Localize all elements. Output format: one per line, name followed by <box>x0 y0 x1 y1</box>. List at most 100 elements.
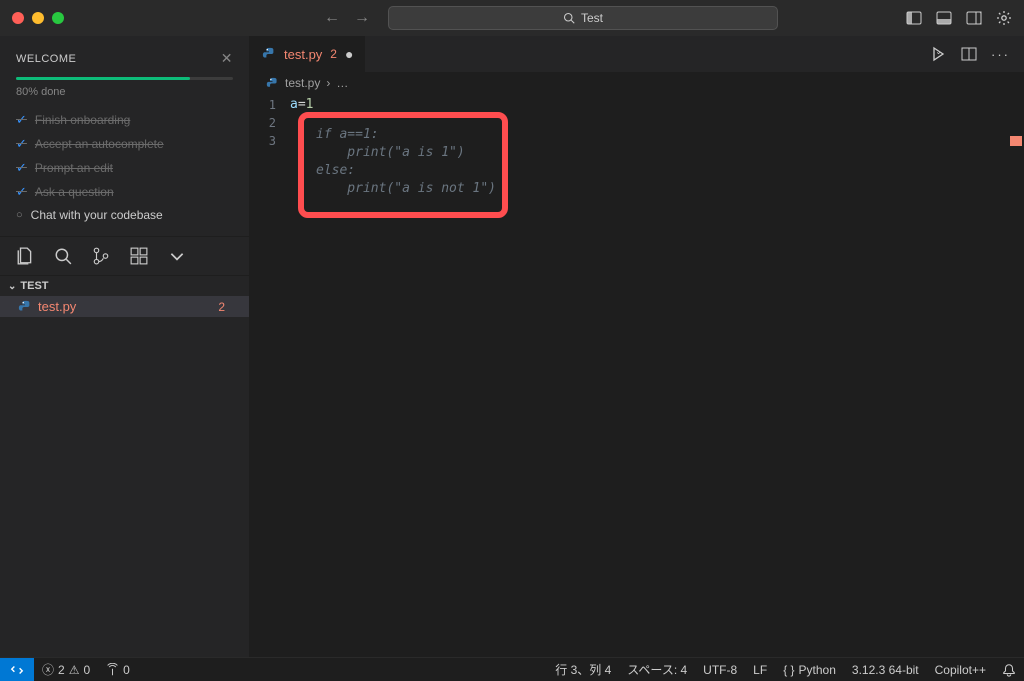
warning-icon: ⚠ <box>69 663 80 677</box>
more-actions-icon[interactable]: ··· <box>991 47 1010 62</box>
titlebar: ← → Test <box>0 0 1024 36</box>
toggle-primary-sidebar-icon[interactable] <box>906 10 922 26</box>
welcome-panel: WELCOME ✕ 80% done ✓ Finish onboarding ✓… <box>0 36 249 237</box>
status-ports[interactable]: 0 <box>98 663 138 677</box>
status-warnings-count: 0 <box>83 663 90 677</box>
toggle-secondary-sidebar-icon[interactable] <box>966 10 982 26</box>
chevron-down-icon[interactable] <box>168 247 186 265</box>
close-window-button[interactable] <box>12 12 24 24</box>
breadcrumb-separator: › <box>326 76 330 90</box>
tab-dirty-indicator-icon: ● <box>345 46 353 62</box>
toggle-panel-icon[interactable] <box>936 10 952 26</box>
title-layout-icons <box>906 10 1012 26</box>
tree-file-name: test.py <box>38 299 76 314</box>
chevron-down-icon: ⌄ <box>8 281 16 292</box>
breadcrumb-file: test.py <box>285 76 320 90</box>
line-number: 1 <box>250 96 290 114</box>
overview-ruler[interactable] <box>1008 126 1022 166</box>
line-number: 2 <box>250 114 290 132</box>
nav-arrows: ← → <box>324 9 370 27</box>
line-number: 3 <box>250 132 290 150</box>
python-file-icon <box>18 300 32 314</box>
tree-file-problems-badge: 2 <box>218 300 225 314</box>
tab-name: test.py <box>284 47 322 62</box>
circle-icon: ○ <box>16 209 23 221</box>
welcome-item-label: Ask a question <box>35 185 114 199</box>
welcome-item-label: Prompt an edit <box>35 161 113 175</box>
error-icon: ⓧ <box>42 661 54 678</box>
ghost-line: print("a is not 1") <box>316 180 486 198</box>
check-icon: ✓ <box>16 160 27 176</box>
window-controls <box>12 12 64 24</box>
welcome-item-label: Chat with your codebase <box>31 208 163 222</box>
error-marker-icon <box>1010 136 1022 146</box>
braces-icon: { } <box>783 663 794 677</box>
nav-forward-button[interactable]: → <box>354 9 370 27</box>
status-copilot[interactable]: Copilot++ <box>927 663 994 677</box>
source-control-icon[interactable] <box>92 247 110 265</box>
welcome-title: WELCOME <box>16 53 76 65</box>
python-file-icon <box>262 47 276 61</box>
status-problems[interactable]: ⓧ 2 ⚠ 0 <box>34 661 98 678</box>
welcome-items: ✓ Finish onboarding ✓ Accept an autocomp… <box>16 108 233 226</box>
run-dropdown-icon[interactable] <box>931 46 947 62</box>
status-notifications[interactable] <box>994 663 1024 677</box>
status-errors-count: 2 <box>58 663 65 677</box>
status-ports-count: 0 <box>123 663 130 677</box>
welcome-progress <box>16 77 233 80</box>
welcome-item-onboarding[interactable]: ✓ Finish onboarding <box>16 108 233 132</box>
welcome-item-autocomplete[interactable]: ✓ Accept an autocomplete <box>16 132 233 156</box>
check-icon: ✓ <box>16 112 27 128</box>
welcome-item-label: Accept an autocomplete <box>35 137 164 151</box>
status-interpreter[interactable]: 3.12.3 64-bit <box>844 663 927 677</box>
welcome-item-label: Finish onboarding <box>35 113 130 127</box>
breadcrumb[interactable]: test.py › … <box>250 72 1024 94</box>
ghost-line: if a==1: <box>316 126 486 144</box>
close-icon[interactable]: ✕ <box>221 50 233 67</box>
welcome-progress-text: 80% done <box>16 86 233 98</box>
ghost-line: else: <box>316 162 486 180</box>
sidebar: WELCOME ✕ 80% done ✓ Finish onboarding ✓… <box>0 36 250 657</box>
explorer-tree: ⌄ TEST test.py 2 <box>0 276 249 657</box>
check-icon: ✓ <box>16 136 27 152</box>
split-editor-icon[interactable] <box>961 46 977 62</box>
editor-tabs: test.py 2 ● ··· <box>250 36 1024 72</box>
tree-file-test-py[interactable]: test.py 2 <box>0 296 249 317</box>
status-indent[interactable]: スペース: 4 <box>619 661 695 678</box>
python-file-icon <box>266 77 279 90</box>
command-center-search[interactable]: Test <box>388 6 778 30</box>
status-eol[interactable]: LF <box>745 663 775 677</box>
search-icon[interactable] <box>54 247 72 265</box>
status-cursor[interactable]: 行 3、列 4 <box>547 661 619 678</box>
search-icon <box>563 12 575 24</box>
welcome-progress-fill <box>16 77 190 80</box>
tab-test-py[interactable]: test.py 2 ● <box>250 36 366 72</box>
status-language[interactable]: { } Python <box>775 663 844 677</box>
remote-icon <box>10 663 24 677</box>
breadcrumb-trail: … <box>336 76 348 90</box>
search-text: Test <box>581 11 603 25</box>
antenna-icon <box>106 663 119 676</box>
files-icon[interactable] <box>16 247 34 265</box>
explorer-toolbar <box>0 237 249 276</box>
tree-root[interactable]: ⌄ TEST <box>0 276 249 296</box>
extensions-icon[interactable] <box>130 247 148 265</box>
remote-button[interactable] <box>0 658 34 681</box>
inline-suggestion-highlight: if a==1: print("a is 1") else: print("a … <box>298 112 508 218</box>
maximize-window-button[interactable] <box>52 12 64 24</box>
check-icon: ✓ <box>16 184 27 200</box>
welcome-item-prompt-edit[interactable]: ✓ Prompt an edit <box>16 156 233 180</box>
minimize-window-button[interactable] <box>32 12 44 24</box>
status-encoding[interactable]: UTF-8 <box>695 663 745 677</box>
ghost-line: print("a is 1") <box>316 144 486 162</box>
bell-icon <box>1002 663 1016 677</box>
editor-actions: ··· <box>931 36 1024 72</box>
main-layout: WELCOME ✕ 80% done ✓ Finish onboarding ✓… <box>0 36 1024 657</box>
welcome-item-ask-question[interactable]: ✓ Ask a question <box>16 180 233 204</box>
statusbar: ⓧ 2 ⚠ 0 0 行 3、列 4 スペース: 4 UTF-8 LF { } P… <box>0 657 1024 681</box>
nav-back-button[interactable]: ← <box>324 9 340 27</box>
tree-root-name: TEST <box>20 280 48 292</box>
settings-gear-icon[interactable] <box>996 10 1012 26</box>
welcome-item-chat-codebase[interactable]: ○ Chat with your codebase <box>16 204 233 226</box>
tab-problems-badge: 2 <box>330 47 337 61</box>
